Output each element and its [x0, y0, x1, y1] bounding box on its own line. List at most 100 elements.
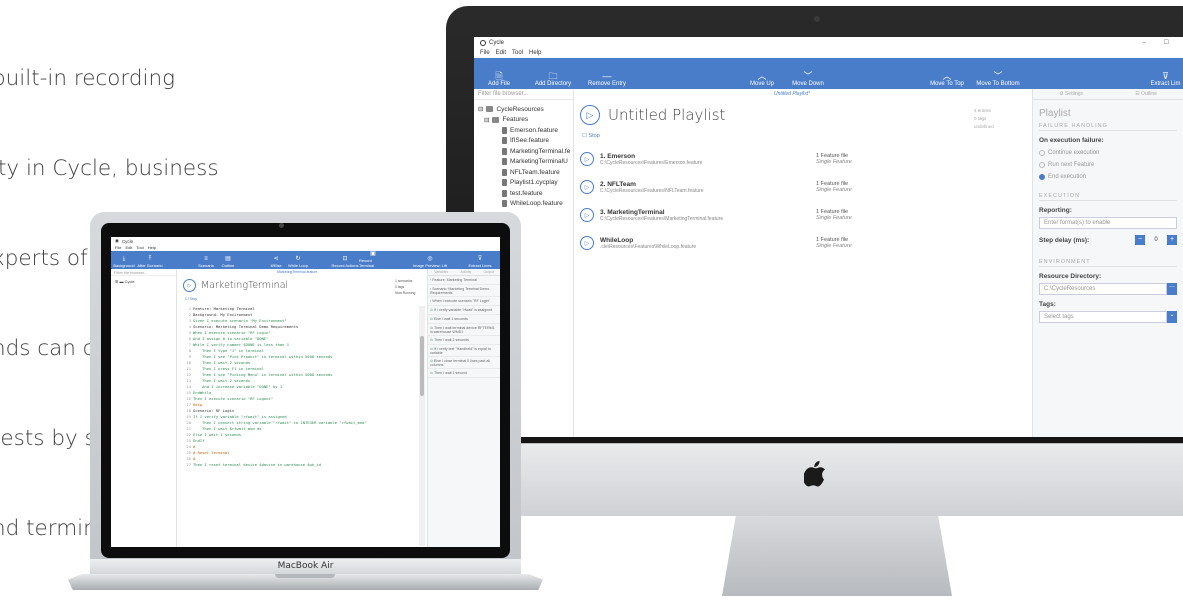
folder-icon	[492, 116, 500, 123]
tree-item-file[interactable]: MarketingTerminal.fe	[478, 146, 573, 157]
stop-button[interactable]: ☐ Stop	[185, 296, 197, 301]
tab-output[interactable]: Output	[484, 270, 494, 274]
entry-name: 3. MarketingTerminal	[600, 208, 665, 216]
tab-variables[interactable]: Variables	[434, 270, 448, 274]
radio-label: Continue execution	[1048, 150, 1100, 156]
tab-outline[interactable]: ☰ Outline	[1135, 91, 1157, 97]
tree-item-features[interactable]: ⊟ Features	[478, 115, 573, 126]
extract-lines-button[interactable]: ⊽ Extract Lines	[467, 256, 493, 269]
add-directory-button[interactable]: 🗀 Add Directory	[524, 71, 582, 89]
tree-item-file[interactable]: MarketingTerminalU	[478, 157, 573, 168]
steps-list: ‹ Feature: Marketing Terminal ‹ Scenario:…	[428, 276, 500, 378]
entry-name: WhileLoop	[600, 236, 634, 244]
tab-title[interactable]: MarketingTerminal.feature	[277, 270, 317, 274]
tab-settings[interactable]: ⚙ Settings	[1059, 91, 1083, 97]
macbook-bezel: ◉ Cycle File Edit Tool Help ⤓ Background ⤒…	[101, 223, 510, 558]
step-item[interactable]: ‹ Scenario: Marketing Terminal Demo Requ…	[428, 285, 500, 297]
window-controls[interactable]: – ☐	[1143, 39, 1177, 46]
radio-end-execution[interactable]: End execution	[1039, 171, 1177, 183]
chevron-down-icon[interactable]: ⌄	[1167, 311, 1177, 323]
add-file-label: Add File	[487, 81, 510, 87]
scrollbar[interactable]	[419, 306, 425, 546]
extract-button[interactable]: ⊽ Extract Lim	[1148, 71, 1183, 89]
add-file-button[interactable]: 🗎 Add File	[474, 71, 524, 89]
code-text: # Reset Terminal	[193, 450, 230, 455]
move-to-top-button[interactable]: ︿ Move To Top	[924, 71, 970, 89]
image-preview-button[interactable]: ◎ Image Preview: Lift	[413, 256, 447, 269]
file-browser-filter[interactable]: Filter file browser...	[111, 269, 176, 276]
resource-dir-input[interactable]: C:\CycleResources	[1039, 283, 1167, 295]
menu-file[interactable]: File	[480, 50, 490, 56]
radio-run-next-feature[interactable]: Run next Feature	[1039, 159, 1177, 171]
imac-device: Cycle – ☐ File Edit Tool Help 🗎 Add File …	[446, 6, 1183, 516]
tree-item-root[interactable]: ⊟ CycleResources	[478, 104, 573, 115]
step-item[interactable]: ‹ Feature: Marketing Terminal	[428, 276, 500, 285]
move-down-button[interactable]: ﹀ Move Down	[784, 71, 832, 89]
play-icon[interactable]: ▷	[580, 105, 600, 125]
play-icon[interactable]: ▷	[580, 180, 594, 194]
stop-button[interactable]: ☐ Stop	[582, 133, 600, 139]
menu-help[interactable]: Help	[529, 50, 541, 56]
step-item[interactable]: ⊙ Then I wait 1 second	[428, 369, 500, 378]
playlist-entry[interactable]: ▷ 1. Emerson C:\CycleResources\Features\E…	[580, 147, 1020, 171]
tags-select[interactable]: Select tags	[1039, 311, 1167, 323]
reporting-input[interactable]: Enter format(s) to enable	[1039, 217, 1177, 229]
step-item[interactable]: ⊙ Else I close terminal 0 lines past all…	[428, 357, 500, 369]
radio-label: Run next Feature	[1048, 162, 1095, 168]
step-item[interactable]: ⊙ Else I wait 1 seconds	[428, 315, 500, 324]
tree-item-file[interactable]: test.feature	[478, 188, 573, 199]
play-icon[interactable]: ▷	[580, 236, 594, 250]
while-loop-button[interactable]: ↻ While Loop	[287, 256, 309, 269]
radio-continue-execution[interactable]: Continue execution	[1039, 147, 1177, 159]
browse-button[interactable]: …	[1167, 283, 1177, 295]
file-icon	[502, 168, 507, 176]
playlist-entry[interactable]: ▷ 2. NFLTeam C:\CycleResources\Features\N…	[580, 175, 1020, 199]
step-item[interactable]: ‹ When I execute scenario "RF Login"	[428, 297, 500, 306]
code-text: EndWhile	[193, 390, 212, 395]
file-browser-filter[interactable]: Filter file browser...	[474, 89, 573, 100]
tree-item-file[interactable]: Playlist1.cycplay	[478, 178, 573, 189]
if-else-button[interactable]: ⋖ If/Else	[265, 256, 287, 269]
playlist-entry[interactable]: ▷ 3. MarketingTerminal C:\CycleResources\…	[580, 203, 1020, 227]
record-terminal-button[interactable]: ▣ Record Terminal	[359, 251, 387, 269]
menu-bar: File Edit Tool Help	[474, 48, 1183, 58]
step-item[interactable]: ⊙ Then I wait 2 seconds	[428, 336, 500, 345]
toolbar-label: After Scenario	[137, 263, 163, 268]
macbook-device: ◉ Cycle File Edit Tool Help ⤓ Background ⤒…	[68, 212, 543, 602]
scenario-button[interactable]: ≡ Scenario	[195, 256, 217, 269]
remove-entry-button[interactable]: — Remove Entry	[582, 71, 632, 89]
play-icon[interactable]: ▷	[183, 279, 196, 292]
playlist-header: ▷ Untitled Playlist	[580, 105, 725, 125]
outline-button[interactable]: ▤ Outline	[217, 256, 239, 269]
menu-edit[interactable]: Edit	[496, 50, 506, 56]
code-line[interactable]: 27 Then I reset terminal device $device i…	[179, 462, 419, 468]
tree-item-label: Cycle	[124, 279, 135, 284]
tab-title[interactable]: Untitled Playlist*	[774, 91, 810, 97]
tree-item-file[interactable]: NFLTeam.feature	[478, 167, 573, 178]
move-to-bottom-button[interactable]: ﹀ Move To Bottom	[970, 71, 1026, 89]
tree-item-file[interactable]: Emerson.feature	[478, 125, 573, 136]
after-scenario-button[interactable]: ⤒ After Scenario	[137, 256, 163, 269]
chevron-down-icon: ﹀	[803, 71, 813, 81]
menu-tool[interactable]: Tool	[512, 50, 523, 56]
play-icon[interactable]: ▷	[580, 208, 594, 222]
tree-item-file[interactable]: WhileLoop.feature	[478, 199, 573, 210]
tree-item-file[interactable]: IfISee.feature	[478, 136, 573, 147]
code-editor[interactable]: 1 Feature: Marketing Terminal 2 Background:…	[179, 306, 419, 468]
play-icon[interactable]: ▷	[580, 152, 594, 166]
step-item[interactable]: ⊙ Then I wait terminal device RFTERM1 in…	[428, 324, 500, 336]
entry-name: 2. NFLTeam	[600, 180, 636, 188]
playlist-entry[interactable]: ▷ WhileLoop .cle\Resources\Features\While…	[580, 231, 1020, 255]
step-delay-value[interactable]: 0	[1149, 237, 1163, 243]
step-item[interactable]: ⊙ If I verify text "Handheld" is equal t…	[428, 345, 500, 357]
decrement-button[interactable]: −	[1135, 235, 1145, 245]
record-actions-button[interactable]: ⊡ Record Actions	[331, 256, 359, 269]
move-up-button[interactable]: ︿ Move Up	[740, 71, 784, 89]
step-text: If I verify text "Handheld" is equal to …	[430, 346, 491, 355]
step-item[interactable]: ⊙ If I verify variable "rfwait" is assig…	[428, 306, 500, 315]
background-button[interactable]: ⤓ Background	[111, 256, 137, 269]
tab-activity[interactable]: Activity	[460, 270, 471, 274]
scrollbar-thumb[interactable]	[420, 336, 424, 396]
tree-item-root[interactable]: ⊞ ▬ Cycle	[111, 276, 176, 287]
increment-button[interactable]: +	[1167, 235, 1177, 245]
